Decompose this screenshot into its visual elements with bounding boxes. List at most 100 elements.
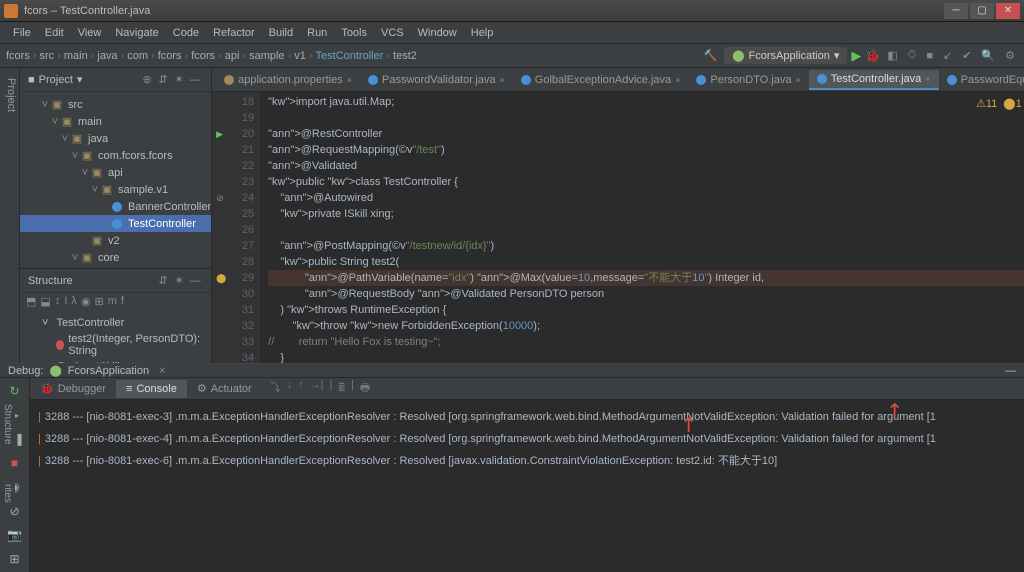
- step-over-icon[interactable]: ⤵: [270, 379, 281, 398]
- structure-tool-button[interactable]: Structure: [0, 398, 15, 451]
- debug-panel-header: Debug:⬤FcorsApplication× —: [0, 364, 1024, 378]
- editor-tab[interactable]: PersonDTO.java×: [688, 71, 808, 89]
- rerun-button[interactable]: ↻: [6, 382, 24, 400]
- debug-step-toolbar: ⤵ ↓ ↑ →| | 🖩 | 🖶: [262, 379, 379, 398]
- menu-vcs[interactable]: VCS: [374, 27, 411, 39]
- structure-member[interactable]: test2(Integer, PersonDTO): String: [28, 331, 203, 359]
- tree-node[interactable]: ˅▣java: [20, 130, 211, 147]
- structure-settings-icon[interactable]: ⇵: [155, 273, 171, 289]
- structure-tree[interactable]: ˅ TestController test2(Integer, PersonDT…: [20, 311, 211, 363]
- menu-code[interactable]: Code: [166, 27, 206, 39]
- collapse-all-icon[interactable]: ⇵: [155, 72, 171, 88]
- tree-node[interactable]: ▣v2: [20, 232, 211, 249]
- close-button[interactable]: ✕: [996, 3, 1020, 19]
- menu-view[interactable]: View: [71, 27, 109, 39]
- structure-min-icon[interactable]: —: [187, 273, 203, 289]
- structure-panel-header: Structure ⇵ ✶ —: [20, 269, 211, 293]
- structure-hide-icon[interactable]: ✶: [171, 273, 187, 289]
- actuator-tab[interactable]: ⚙Actuator: [187, 379, 262, 398]
- close-tab-icon[interactable]: ×: [925, 74, 930, 84]
- structure-class[interactable]: ˅ TestController: [28, 315, 203, 331]
- debug-close-icon[interactable]: ×: [159, 365, 165, 377]
- close-tab-icon[interactable]: ×: [500, 75, 505, 85]
- vcs-update-button[interactable]: ↙: [940, 49, 955, 62]
- more-icon[interactable]: 🖶: [360, 379, 370, 398]
- step-into-icon[interactable]: ↓: [287, 379, 293, 398]
- close-tab-icon[interactable]: ×: [347, 75, 352, 85]
- close-tab-icon[interactable]: ×: [796, 75, 801, 85]
- stop-debug-button[interactable]: ■: [6, 454, 24, 472]
- layout-button[interactable]: ⊞: [6, 550, 24, 568]
- menu-tools[interactable]: Tools: [334, 27, 374, 39]
- menu-run[interactable]: Run: [300, 27, 334, 39]
- left-tool-strip: Project: [0, 68, 20, 363]
- menu-window[interactable]: Window: [411, 27, 464, 39]
- maximize-button[interactable]: ▢: [970, 3, 994, 19]
- run-button[interactable]: ▶: [851, 48, 861, 64]
- breadcrumb[interactable]: fcors› src› main› java› com› fcors› fcor…: [6, 50, 701, 62]
- project-tree[interactable]: ˅▣src˅▣main˅▣java˅▣com.fcors.fcors˅▣api˅…: [20, 92, 211, 268]
- build-button[interactable]: 🔨: [701, 49, 721, 62]
- inspection-indicator[interactable]: ⚠11 ⬤1 ✔2 ⌃⌄: [968, 96, 1024, 112]
- editor-tab[interactable]: application.properties×: [216, 71, 360, 89]
- menu-edit[interactable]: Edit: [38, 27, 71, 39]
- console-line: | 3288 --- [nio-8081-exec-3] .m.m.a.Exce…: [38, 406, 1016, 428]
- code-text[interactable]: "kw">import java.util.Map; "ann">@RestCo…: [260, 92, 1024, 363]
- evaluate-icon[interactable]: 🖩: [338, 379, 345, 398]
- menu-file[interactable]: File: [6, 27, 38, 39]
- vcs-commit-button[interactable]: ✔: [959, 49, 974, 62]
- debug-button[interactable]: 🐞: [865, 49, 880, 63]
- editor-tab[interactable]: PasswordEqual.java×: [939, 71, 1024, 89]
- menu-help[interactable]: Help: [464, 27, 501, 39]
- run-config-select[interactable]: ⬤FcorsApplication ▾: [724, 47, 847, 64]
- menu-refactor[interactable]: Refactor: [206, 27, 262, 39]
- stop-button[interactable]: ■: [923, 50, 936, 62]
- editor-tab[interactable]: TestController.java×: [809, 70, 939, 90]
- console-line: | 3288 --- [nio-8081-exec-6] .m.m.a.Exce…: [38, 450, 1016, 472]
- tree-node[interactable]: TestController: [20, 215, 211, 232]
- gutter[interactable]: 1819▶20212223⊘2425262728⬤293031323334: [212, 92, 260, 363]
- tree-node[interactable]: ˅▣main: [20, 113, 211, 130]
- menu-build[interactable]: Build: [262, 27, 300, 39]
- editor-tabs: application.properties×PasswordValidator…: [212, 68, 1024, 92]
- scroll-from-source-icon[interactable]: ⊕: [139, 72, 155, 88]
- settings-icon[interactable]: ✶: [171, 72, 187, 88]
- code-editor[interactable]: 1819▶20212223⊘2425262728⬤293031323334 "k…: [212, 92, 1024, 363]
- debug-hide-icon[interactable]: —: [1005, 365, 1016, 377]
- debugger-tab[interactable]: 🐞Debugger: [30, 379, 116, 398]
- window-title: fcors – TestController.java: [24, 5, 944, 17]
- app-icon: [4, 4, 18, 18]
- tree-node[interactable]: ˅▣src: [20, 96, 211, 113]
- hide-icon[interactable]: —: [187, 72, 203, 88]
- tree-node[interactable]: ˅▣api: [20, 164, 211, 181]
- tree-node[interactable]: BannerController: [20, 198, 211, 215]
- editor-tab[interactable]: PasswordValidator.java×: [360, 71, 513, 89]
- menu-bar: File Edit View Navigate Code Refactor Bu…: [0, 22, 1024, 44]
- profile-button[interactable]: ⏱: [905, 49, 920, 62]
- run-to-cursor-icon[interactable]: →|: [310, 379, 324, 398]
- console-tab[interactable]: ≡Console: [116, 380, 187, 398]
- tree-node[interactable]: ˅▣com.fcors.fcors: [20, 147, 211, 164]
- debug-tabs: 🐞Debugger ≡Console ⚙Actuator ⤵ ↓ ↑ →| | …: [30, 378, 1024, 400]
- editor-tab[interactable]: GolbalExceptionAdvice.java×: [513, 71, 689, 89]
- project-panel-title: Project: [39, 74, 73, 86]
- structure-panel-title: Structure: [28, 275, 73, 287]
- settings-button[interactable]: ⚙: [1002, 49, 1018, 62]
- search-everywhere-button[interactable]: 🔍: [978, 49, 998, 62]
- close-tab-icon[interactable]: ×: [675, 75, 680, 85]
- structure-member[interactable]: xing: ISkill: [28, 359, 203, 363]
- tree-node[interactable]: ˅▣core: [20, 249, 211, 266]
- console-output[interactable]: | 3288 --- [nio-8081-exec-3] .m.m.a.Exce…: [30, 400, 1024, 572]
- favorites-tool-button[interactable]: rites: [0, 478, 15, 509]
- camera-button[interactable]: 📷: [6, 526, 24, 544]
- project-panel-header: ■Project ▾ ⊕ ⇵ ✶ —: [20, 68, 211, 92]
- minimize-button[interactable]: ─: [944, 3, 968, 19]
- menu-navigate[interactable]: Navigate: [108, 27, 165, 39]
- step-out-icon[interactable]: ↑: [298, 379, 304, 398]
- project-tool-button[interactable]: Project: [0, 72, 19, 118]
- title-bar: fcors – TestController.java ─ ▢ ✕: [0, 0, 1024, 22]
- tree-node[interactable]: ˅▣sample.v1: [20, 181, 211, 198]
- structure-toolbar: ⬒⬓↕Iλ◉⊞mf: [20, 293, 211, 311]
- coverage-button[interactable]: ◧: [884, 49, 900, 62]
- navigation-toolbar: fcors› src› main› java› com› fcors› fcor…: [0, 44, 1024, 68]
